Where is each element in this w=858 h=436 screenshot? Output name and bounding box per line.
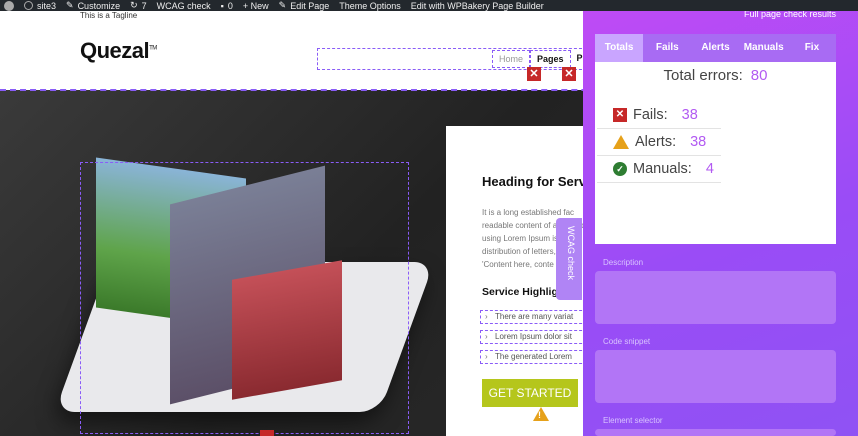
- tab-manuals[interactable]: Manuals: [740, 34, 788, 62]
- card-heading: Heading for Serv: [482, 174, 587, 189]
- highlight-item: The generated Lorem: [480, 350, 592, 364]
- admin-customize-link[interactable]: ✎ Customize: [66, 0, 120, 11]
- admin-wcag-link[interactable]: WCAG check: [157, 1, 211, 11]
- home-icon: [24, 1, 33, 10]
- fail-icon: ✕: [613, 108, 627, 122]
- total-errors: Total errors: 80: [595, 67, 836, 84]
- get-started-button[interactable]: GET STARTED: [482, 379, 578, 407]
- highlight-item: Lorem Ipsum dolor sit: [480, 330, 592, 344]
- admin-comments-link[interactable]: ▪ 0: [221, 1, 233, 11]
- brush-icon: ✎: [66, 0, 74, 10]
- admin-edit-page-label: Edit Page: [290, 0, 330, 11]
- wordpress-logo-icon[interactable]: [4, 0, 14, 11]
- tab-fix[interactable]: Fix: [788, 34, 836, 62]
- total-errors-label: Total errors:: [663, 67, 743, 84]
- admin-site-label: site3: [37, 0, 57, 11]
- fails-value: 38: [681, 107, 698, 123]
- logo-text: Quezal: [80, 38, 150, 63]
- admin-updates-count: 7: [141, 0, 147, 11]
- fails-label: Fails:: [633, 107, 668, 123]
- fail-marker-icon[interactable]: ✕: [527, 67, 541, 81]
- alerts-label: Alerts:: [635, 134, 677, 150]
- pencil-icon: ✎: [278, 0, 287, 10]
- tab-alerts[interactable]: Alerts: [691, 34, 739, 62]
- admin-wpbakery-link[interactable]: Edit with WPBakery Page Builder: [411, 1, 544, 11]
- admin-customize-label: Customize: [77, 0, 121, 11]
- alert-marker-icon[interactable]: !: [533, 407, 549, 421]
- admin-bar: site3 ✎ Customize ↻ 7 WCAG check ▪ 0 + N…: [0, 0, 858, 11]
- tab-fails[interactable]: Fails: [643, 34, 691, 62]
- admin-site-link[interactable]: site3: [24, 1, 56, 11]
- admin-theme-options-link[interactable]: Theme Options: [339, 1, 401, 11]
- logo-trademark: TM: [149, 45, 157, 52]
- description-label: Description: [603, 258, 644, 267]
- manuals-label: Manuals:: [633, 161, 692, 177]
- element-selector-field[interactable]: [595, 429, 836, 436]
- code-snippet-field[interactable]: [595, 350, 836, 403]
- code-snippet-label: Code snippet: [603, 337, 651, 346]
- admin-new-link[interactable]: + New: [243, 1, 269, 11]
- manuals-value: 4: [705, 161, 714, 177]
- element-selector-label: Element selector: [603, 416, 663, 425]
- image-highlight-box: [80, 162, 409, 434]
- admin-updates-link[interactable]: ↻ 7: [130, 0, 147, 11]
- manuals-row: ✓ Manuals: 4: [597, 156, 721, 183]
- alert-icon: [613, 135, 629, 149]
- description-field[interactable]: [595, 271, 836, 324]
- refresh-icon: ↻: [130, 0, 138, 10]
- admin-edit-page-link[interactable]: ✎ Edit Page: [279, 0, 330, 11]
- fails-row: ✕ Fails: 38: [597, 102, 721, 129]
- wcag-check-tab[interactable]: WCAG check: [556, 218, 582, 300]
- results-tabs: Totals Fails Alerts Manuals Fix: [595, 34, 836, 62]
- main-nav: Home Pages P: [492, 50, 589, 68]
- totals-summary: Total errors: 80 ✕ Fails: 38 Alerts: 38 ✓…: [595, 62, 836, 244]
- comment-icon: ▪: [220, 0, 224, 11]
- check-circle-icon: ✓: [613, 162, 627, 176]
- tab-totals[interactable]: Totals: [595, 34, 644, 62]
- wcag-results-panel: Full page check results Totals Fails Ale…: [583, 0, 858, 436]
- admin-comments-count: 0: [227, 0, 233, 11]
- nav-item-pages[interactable]: Pages: [530, 50, 571, 68]
- site-logo[interactable]: QuezalTM: [80, 38, 157, 64]
- alerts-row: Alerts: 38: [597, 129, 721, 156]
- wcag-check-tab-label: WCAG check: [566, 226, 576, 281]
- total-errors-value: 80: [750, 67, 768, 84]
- fail-marker-icon[interactable]: [260, 430, 274, 436]
- nav-item-home[interactable]: Home: [492, 50, 531, 68]
- fail-marker-icon[interactable]: ✕: [562, 67, 576, 81]
- highlight-item: There are many variat: [480, 310, 592, 324]
- alerts-value: 38: [690, 134, 707, 150]
- site-tagline: This is a Tagline: [80, 11, 138, 20]
